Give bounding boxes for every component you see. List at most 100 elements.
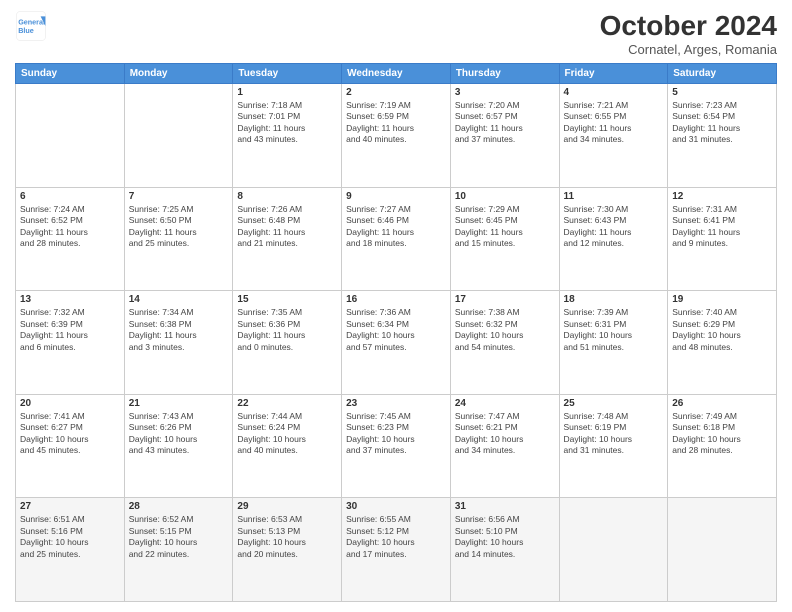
day-number: 28 (129, 501, 229, 512)
day-cell: 18 Sunrise: 7:39 AM Sunset: 6:31 PM Dayli… (559, 291, 668, 395)
day-cell (668, 498, 777, 602)
day-info: Sunrise: 7:48 AM Sunset: 6:19 PM Dayligh… (564, 411, 664, 457)
day-info: Sunrise: 7:21 AM Sunset: 6:55 PM Dayligh… (564, 100, 664, 146)
day-number: 12 (672, 191, 772, 202)
day-cell: 5Sunrise: 7:23 AM Sunset: 6:54 PM Daylig… (668, 84, 777, 188)
day-number: 23 (346, 398, 446, 409)
day-info: Sunrise: 7:41 AM Sunset: 6:27 PM Dayligh… (20, 411, 120, 457)
day-cell: 6Sunrise: 7:24 AM Sunset: 6:52 PM Daylig… (16, 187, 125, 291)
day-number: 3 (455, 87, 555, 98)
day-info: Sunrise: 7:39 AM Sunset: 6:31 PM Dayligh… (564, 307, 664, 353)
day-cell: 11Sunrise: 7:30 AM Sunset: 6:43 PM Dayli… (559, 187, 668, 291)
day-info: Sunrise: 7:36 AM Sunset: 6:34 PM Dayligh… (346, 307, 446, 353)
day-number: 13 (20, 294, 120, 305)
day-cell: 12 Sunrise: 7:31 AM Sunset: 6:41 PM Dayli… (668, 187, 777, 291)
day-number: 11 (564, 191, 664, 202)
day-number: 20 (20, 398, 120, 409)
day-cell: 1 Sunrise: 7:18 AM Sunset: 7:01 PM Daylig… (233, 84, 342, 188)
day-number: 18 (564, 294, 664, 305)
day-cell: 19 Sunrise: 7:40 AM Sunset: 6:29 PM Dayli… (668, 291, 777, 395)
day-cell (124, 84, 233, 188)
day-cell: 23Sunrise: 7:45 AM Sunset: 6:23 PM Dayli… (342, 394, 451, 498)
weekday-wednesday: Wednesday (342, 64, 451, 84)
day-cell: 20 Sunrise: 7:41 AM Sunset: 6:27 PM Dayli… (16, 394, 125, 498)
day-number: 9 (346, 191, 446, 202)
day-cell (16, 84, 125, 188)
day-cell (559, 498, 668, 602)
day-cell: 4 Sunrise: 7:21 AM Sunset: 6:55 PM Daylig… (559, 84, 668, 188)
day-number: 21 (129, 398, 229, 409)
day-info: Sunrise: 7:18 AM Sunset: 7:01 PM Dayligh… (237, 100, 337, 146)
day-info: Sunrise: 7:29 AM Sunset: 6:45 PM Dayligh… (455, 204, 555, 250)
day-cell: 2 Sunrise: 7:19 AM Sunset: 6:59 PM Daylig… (342, 84, 451, 188)
day-number: 16 (346, 294, 446, 305)
day-info: Sunrise: 7:19 AM Sunset: 6:59 PM Dayligh… (346, 100, 446, 146)
day-number: 15 (237, 294, 337, 305)
day-cell: 9 Sunrise: 7:27 AM Sunset: 6:46 PM Daylig… (342, 187, 451, 291)
day-cell: 16 Sunrise: 7:36 AM Sunset: 6:34 PM Dayli… (342, 291, 451, 395)
day-number: 8 (237, 191, 337, 202)
day-number: 2 (346, 87, 446, 98)
weekday-thursday: Thursday (450, 64, 559, 84)
weekday-saturday: Saturday (668, 64, 777, 84)
day-info: Sunrise: 7:31 AM Sunset: 6:41 PM Dayligh… (672, 204, 772, 250)
day-cell: 29Sunrise: 6:53 AM Sunset: 5:13 PM Dayli… (233, 498, 342, 602)
day-info: Sunrise: 7:38 AM Sunset: 6:32 PM Dayligh… (455, 307, 555, 353)
week-row-1: 6Sunrise: 7:24 AM Sunset: 6:52 PM Daylig… (16, 187, 777, 291)
day-cell: 31Sunrise: 6:56 AM Sunset: 5:10 PM Dayli… (450, 498, 559, 602)
day-info: Sunrise: 7:44 AM Sunset: 6:24 PM Dayligh… (237, 411, 337, 457)
day-cell: 15 Sunrise: 7:35 AM Sunset: 6:36 PM Dayli… (233, 291, 342, 395)
month-title: October 2024 (600, 10, 777, 42)
day-info: Sunrise: 6:53 AM Sunset: 5:13 PM Dayligh… (237, 514, 337, 560)
logo-icon: General Blue (15, 10, 47, 42)
weekday-sunday: Sunday (16, 64, 125, 84)
header: General Blue October 2024 Cornatel, Arge… (15, 10, 777, 57)
week-row-0: 1 Sunrise: 7:18 AM Sunset: 7:01 PM Daylig… (16, 84, 777, 188)
day-cell: 13 Sunrise: 7:32 AM Sunset: 6:39 PM Dayli… (16, 291, 125, 395)
logo: General Blue (15, 10, 47, 42)
day-info: Sunrise: 7:27 AM Sunset: 6:46 PM Dayligh… (346, 204, 446, 250)
day-info: Sunrise: 7:35 AM Sunset: 6:36 PM Dayligh… (237, 307, 337, 353)
weekday-header-row: SundayMondayTuesdayWednesdayThursdayFrid… (16, 64, 777, 84)
day-info: Sunrise: 7:25 AM Sunset: 6:50 PM Dayligh… (129, 204, 229, 250)
day-info: Sunrise: 7:32 AM Sunset: 6:39 PM Dayligh… (20, 307, 120, 353)
day-cell: 3 Sunrise: 7:20 AM Sunset: 6:57 PM Daylig… (450, 84, 559, 188)
week-row-3: 20 Sunrise: 7:41 AM Sunset: 6:27 PM Dayli… (16, 394, 777, 498)
day-number: 4 (564, 87, 664, 98)
day-info: Sunrise: 7:49 AM Sunset: 6:18 PM Dayligh… (672, 411, 772, 457)
calendar: SundayMondayTuesdayWednesdayThursdayFrid… (15, 63, 777, 602)
day-info: Sunrise: 7:20 AM Sunset: 6:57 PM Dayligh… (455, 100, 555, 146)
day-cell: 14Sunrise: 7:34 AM Sunset: 6:38 PM Dayli… (124, 291, 233, 395)
day-number: 1 (237, 87, 337, 98)
day-number: 14 (129, 294, 229, 305)
day-info: Sunrise: 7:47 AM Sunset: 6:21 PM Dayligh… (455, 411, 555, 457)
week-row-2: 13 Sunrise: 7:32 AM Sunset: 6:39 PM Dayli… (16, 291, 777, 395)
day-number: 26 (672, 398, 772, 409)
day-cell: 26 Sunrise: 7:49 AM Sunset: 6:18 PM Dayli… (668, 394, 777, 498)
week-row-4: 27 Sunrise: 6:51 AM Sunset: 5:16 PM Dayli… (16, 498, 777, 602)
day-info: Sunrise: 6:51 AM Sunset: 5:16 PM Dayligh… (20, 514, 120, 560)
day-cell: 21 Sunrise: 7:43 AM Sunset: 6:26 PM Dayli… (124, 394, 233, 498)
day-number: 27 (20, 501, 120, 512)
day-number: 22 (237, 398, 337, 409)
day-number: 17 (455, 294, 555, 305)
day-cell: 28Sunrise: 6:52 AM Sunset: 5:15 PM Dayli… (124, 498, 233, 602)
weekday-monday: Monday (124, 64, 233, 84)
day-info: Sunrise: 6:55 AM Sunset: 5:12 PM Dayligh… (346, 514, 446, 560)
day-number: 6 (20, 191, 120, 202)
day-number: 25 (564, 398, 664, 409)
day-number: 31 (455, 501, 555, 512)
location: Cornatel, Arges, Romania (600, 42, 777, 57)
day-number: 19 (672, 294, 772, 305)
day-cell: 27 Sunrise: 6:51 AM Sunset: 5:16 PM Dayli… (16, 498, 125, 602)
day-cell: 17 Sunrise: 7:38 AM Sunset: 6:32 PM Dayli… (450, 291, 559, 395)
day-info: Sunrise: 7:43 AM Sunset: 6:26 PM Dayligh… (129, 411, 229, 457)
day-number: 10 (455, 191, 555, 202)
title-area: October 2024 Cornatel, Arges, Romania (600, 10, 777, 57)
day-cell: 24 Sunrise: 7:47 AM Sunset: 6:21 PM Dayli… (450, 394, 559, 498)
day-number: 24 (455, 398, 555, 409)
day-info: Sunrise: 7:40 AM Sunset: 6:29 PM Dayligh… (672, 307, 772, 353)
day-cell: 25 Sunrise: 7:48 AM Sunset: 6:19 PM Dayli… (559, 394, 668, 498)
day-cell: 8Sunrise: 7:26 AM Sunset: 6:48 PM Daylig… (233, 187, 342, 291)
day-number: 30 (346, 501, 446, 512)
